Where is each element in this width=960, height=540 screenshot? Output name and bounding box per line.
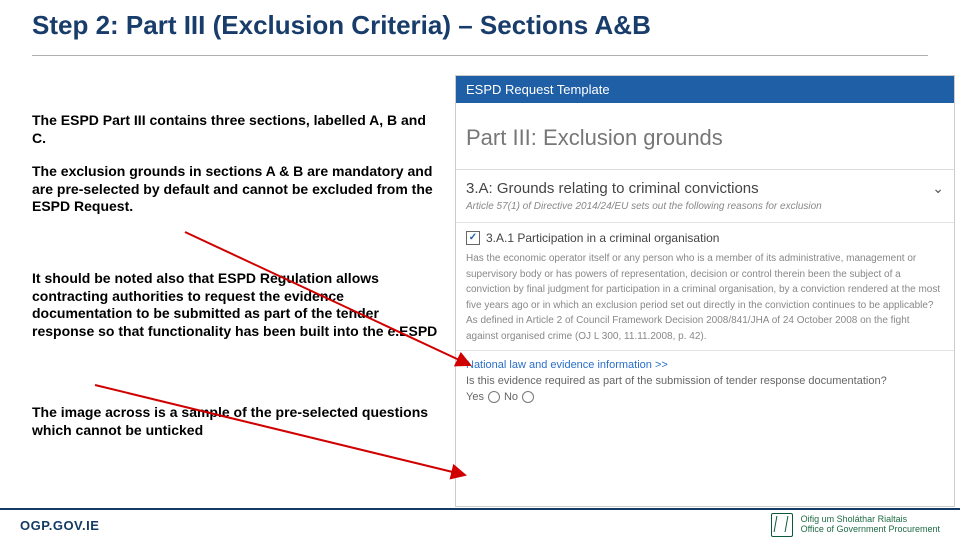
para-4: The image across is a sample of the pre-… <box>32 404 442 439</box>
evidence-link[interactable]: National law and evidence information >> <box>466 359 944 371</box>
subsection-3a1-body: Has the economic operator itself or any … <box>466 251 944 344</box>
para-2: The exclusion grounds in sections A & B … <box>32 163 442 216</box>
part-title: Part III: Exclusion grounds <box>466 125 944 151</box>
subsection-3a1: ✓ 3.A.1 Participation in a criminal orga… <box>456 222 954 350</box>
evidence-no-label: No <box>504 391 518 403</box>
section-3a: 3.A: Grounds relating to criminal convic… <box>456 169 954 222</box>
section-3a-article: Article 57(1) of Directive 2014/24/EU se… <box>466 201 944 212</box>
slide: Step 2: Part III (Exclusion Criteria) – … <box>0 0 960 540</box>
subsection-3a1-heading: 3.A.1 Participation in a criminal organi… <box>486 231 719 245</box>
radio-yes[interactable] <box>488 391 500 403</box>
panel-header: ESPD Request Template <box>456 76 954 103</box>
checkbox-3a1[interactable]: ✓ <box>466 231 480 245</box>
harp-icon <box>771 513 793 537</box>
screenshot-panel: ESPD Request Template Part III: Exclusio… <box>455 75 955 507</box>
para-3: It should be noted also that ESPD Regula… <box>32 270 442 340</box>
divider <box>32 55 928 56</box>
slide-title: Step 2: Part III (Exclusion Criteria) – … <box>32 10 651 41</box>
radio-no[interactable] <box>522 391 534 403</box>
footer: OGP.GOV.IE Oifig um Sholáthar Rialtais O… <box>0 508 960 540</box>
footer-logo: Oifig um Sholáthar Rialtais Office of Go… <box>771 513 940 537</box>
section-3a-heading: 3.A: Grounds relating to criminal convic… <box>466 180 759 197</box>
footer-logo-line2: Office of Government Procurement <box>801 525 940 535</box>
para-1: The ESPD Part III contains three section… <box>32 112 442 147</box>
chevron-down-icon[interactable]: ⌄ <box>932 180 944 197</box>
evidence-question: Is this evidence required as part of the… <box>466 375 944 387</box>
evidence-yes-label: Yes <box>466 391 484 403</box>
evidence-block: National law and evidence information >>… <box>456 350 954 411</box>
footer-url: OGP.GOV.IE <box>20 518 99 533</box>
